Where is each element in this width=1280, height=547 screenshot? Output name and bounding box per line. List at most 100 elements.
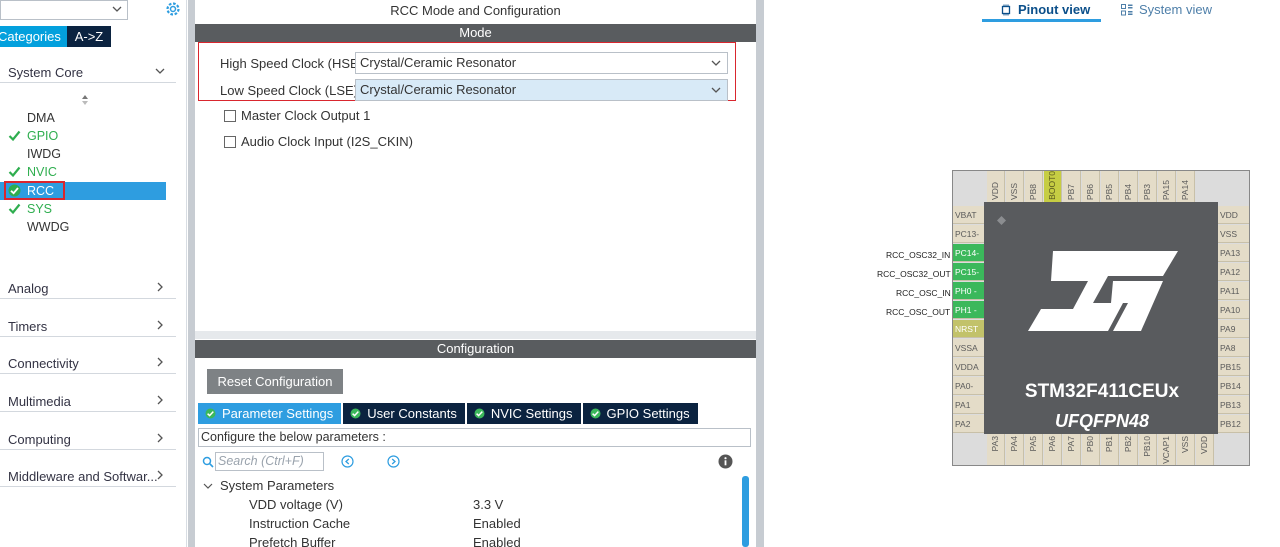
pin-pa3[interactable]: PA3 bbox=[987, 434, 1005, 465]
previous-match-icon[interactable] bbox=[341, 455, 354, 468]
system-parameters-group[interactable]: System Parameters bbox=[203, 478, 403, 494]
hse-select[interactable]: Crystal/Ceramic Resonator bbox=[355, 52, 728, 74]
tab-gpio-settings[interactable]: GPIO Settings bbox=[582, 403, 698, 424]
reset-configuration-button[interactable]: Reset Configuration bbox=[207, 369, 343, 394]
list-item-wwdg[interactable]: WWDG bbox=[0, 218, 166, 236]
tab-pinout-view[interactable]: Pinout view bbox=[1000, 2, 1090, 17]
pin-pa12[interactable]: PA12 bbox=[1218, 263, 1249, 281]
chevron-down-icon[interactable] bbox=[111, 3, 123, 15]
pin-pa6[interactable]: PA6 bbox=[1044, 434, 1062, 465]
pin-pa15[interactable]: PA15 bbox=[1158, 171, 1176, 202]
tab-label: User Constants bbox=[367, 406, 457, 421]
category-multimedia[interactable]: Multimedia bbox=[0, 390, 176, 412]
checkbox-box[interactable] bbox=[224, 136, 236, 148]
item-label: IWDG bbox=[27, 147, 62, 161]
pin-vssa[interactable]: VSSA bbox=[953, 339, 984, 357]
tab-nvic-settings[interactable]: NVIC Settings bbox=[466, 403, 581, 424]
pin-pa4[interactable]: PA4 bbox=[1006, 434, 1024, 465]
pin-ph1[interactable]: PH1 - bbox=[953, 301, 984, 319]
signal-label-osc-in: RCC_OSC_IN bbox=[896, 288, 951, 298]
info-icon[interactable] bbox=[718, 454, 733, 469]
gear-icon[interactable] bbox=[164, 0, 182, 18]
pin-pa13[interactable]: PA13 bbox=[1218, 244, 1249, 262]
category-computing[interactable]: Computing bbox=[0, 428, 176, 450]
pin-pb2[interactable]: PB2 bbox=[1120, 434, 1138, 465]
signal-label-osc32-out: RCC_OSC32_OUT bbox=[877, 269, 951, 279]
category-system-core[interactable]: System Core bbox=[0, 61, 176, 83]
mcu-chip: VDD VSS PB8 BOOT0 PB7 PB6 PB5 PB4 PB3 PA… bbox=[952, 170, 1250, 466]
category-analog[interactable]: Analog bbox=[0, 277, 176, 299]
pin-vss-bottom[interactable]: VSS bbox=[1177, 434, 1195, 465]
tab-system-view[interactable]: System view bbox=[1121, 2, 1212, 17]
panel-separator[interactable] bbox=[195, 331, 756, 339]
chevron-down-icon bbox=[203, 483, 213, 489]
pin-vbat[interactable]: VBAT bbox=[953, 206, 984, 224]
pin-vdda[interactable]: VDDA bbox=[953, 358, 984, 376]
param-value[interactable]: Enabled bbox=[473, 535, 521, 547]
pin-pb0[interactable]: PB0 bbox=[1082, 434, 1100, 465]
pin-vdd-right[interactable]: VDD bbox=[1218, 206, 1249, 224]
pin-ph0[interactable]: PH0 - bbox=[953, 282, 984, 300]
param-value[interactable]: Enabled bbox=[473, 516, 521, 531]
checkmark-icon bbox=[8, 203, 21, 215]
tab-categories[interactable]: Categories bbox=[0, 26, 67, 47]
pin-pb5[interactable]: PB5 bbox=[1101, 171, 1119, 202]
next-match-icon[interactable] bbox=[387, 455, 400, 468]
tab-parameter-settings[interactable]: Parameter Settings bbox=[198, 403, 342, 424]
pin-pb6[interactable]: PB6 bbox=[1082, 171, 1100, 202]
pin-boot0[interactable]: BOOT0 bbox=[1044, 171, 1062, 202]
pin-nrst[interactable]: NRST bbox=[953, 320, 984, 338]
param-value[interactable]: 3.3 V bbox=[473, 497, 503, 512]
checkbox-box[interactable] bbox=[224, 110, 236, 122]
tab-a-to-z[interactable]: A->Z bbox=[67, 26, 111, 47]
pin-pa14[interactable]: PA14 bbox=[1177, 171, 1195, 202]
checkmark-icon bbox=[8, 130, 21, 142]
list-item-iwdg[interactable]: IWDG bbox=[0, 145, 166, 163]
pin-pa9[interactable]: PA9 bbox=[1218, 320, 1249, 338]
pin-pb3[interactable]: PB3 bbox=[1139, 171, 1157, 202]
pin-pb10[interactable]: PB10 bbox=[1139, 434, 1157, 465]
vertical-scrollbar[interactable] bbox=[742, 476, 749, 547]
list-item-sys[interactable]: SYS bbox=[0, 200, 166, 218]
splitter-left[interactable] bbox=[188, 0, 195, 547]
list-item-dma[interactable]: DMA bbox=[0, 109, 166, 127]
pin-pa10[interactable]: PA10 bbox=[1218, 301, 1249, 319]
master-clock-output-checkbox[interactable]: Master Clock Output 1 bbox=[224, 108, 524, 124]
chevron-down-icon bbox=[711, 87, 721, 93]
lse-label: Low Speed Clock (LSE) bbox=[220, 83, 359, 98]
pin-vdd-bottom[interactable]: VDD bbox=[1196, 434, 1214, 465]
pin-pc15[interactable]: PC15- bbox=[953, 263, 984, 281]
lse-select[interactable]: Crystal/Ceramic Resonator bbox=[355, 79, 728, 101]
pin-pb15[interactable]: PB15 bbox=[1218, 358, 1249, 376]
pin-pa5[interactable]: PA5 bbox=[1025, 434, 1043, 465]
group-label: System Parameters bbox=[220, 478, 335, 493]
category-timers[interactable]: Timers bbox=[0, 315, 176, 337]
search-input[interactable]: Search (Ctrl+F) bbox=[215, 452, 324, 471]
configuration-header: Configuration bbox=[195, 340, 756, 358]
list-item-nvic[interactable]: NVIC bbox=[0, 163, 166, 181]
category-panel: Categories A->Z System Core DMA GPIO IWD… bbox=[0, 0, 187, 547]
splitter-right[interactable] bbox=[756, 0, 764, 547]
audio-clock-input-checkbox[interactable]: Audio Clock Input (I2S_CKIN) bbox=[224, 134, 524, 150]
pin-pc14[interactable]: PC14- bbox=[953, 244, 984, 262]
list-item-gpio[interactable]: GPIO bbox=[0, 127, 166, 145]
pin-vdd[interactable]: VDD bbox=[987, 171, 1005, 202]
pin-vcap1[interactable]: VCAP1 bbox=[1158, 434, 1176, 465]
pin-pb1[interactable]: PB1 bbox=[1101, 434, 1119, 465]
category-label: Timers bbox=[8, 319, 48, 334]
pin-vss[interactable]: VSS bbox=[1006, 171, 1024, 202]
tab-user-constants[interactable]: User Constants bbox=[343, 403, 465, 424]
pin-pb7[interactable]: PB7 bbox=[1063, 171, 1081, 202]
category-connectivity[interactable]: Connectivity bbox=[0, 352, 176, 374]
pin-pa8[interactable]: PA8 bbox=[1218, 339, 1249, 357]
pin-pc13[interactable]: PC13- bbox=[953, 225, 984, 243]
category-filter-combo[interactable] bbox=[0, 0, 128, 20]
category-middleware[interactable]: Middleware and Softwar... bbox=[0, 465, 176, 487]
pin-pa11[interactable]: PA11 bbox=[1218, 282, 1249, 300]
pin-pb4[interactable]: PB4 bbox=[1120, 171, 1138, 202]
pin-vss-right[interactable]: VSS bbox=[1218, 225, 1249, 243]
pin-pa7[interactable]: PA7 bbox=[1063, 434, 1081, 465]
grid-icon bbox=[1121, 3, 1133, 15]
pin-pb8[interactable]: PB8 bbox=[1025, 171, 1043, 202]
sort-icon[interactable] bbox=[80, 94, 90, 106]
